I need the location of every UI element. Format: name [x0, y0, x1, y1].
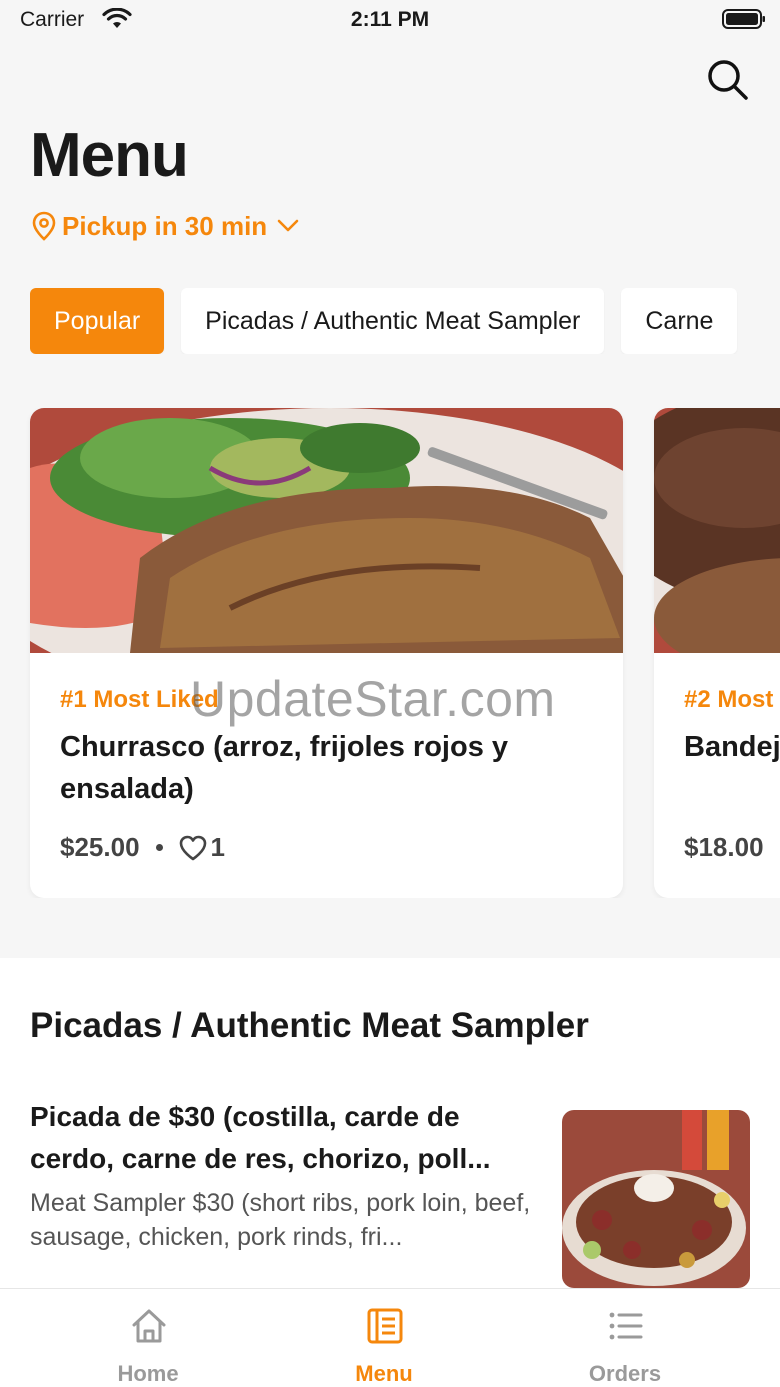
bandeja-photo	[654, 408, 780, 653]
menu-item-description: Meat Sampler $30 (short ribs, pork loin,…	[30, 1189, 531, 1251]
like-count: 1	[210, 832, 225, 862]
popular-card-2[interactable]: #2 Most Bandej frijoles $18.00	[654, 408, 780, 898]
location-pin-icon	[32, 211, 56, 241]
separator-dot	[155, 844, 163, 851]
home-icon	[132, 1309, 166, 1343]
rank-badge: #2 Most	[684, 686, 774, 713]
menu-item-name[interactable]: Picada de $30 (costilla, carde de cerdo,…	[30, 1096, 540, 1180]
popular-card-1[interactable]: #1 Most Liked Churrasco (arroz, frijoles…	[30, 408, 623, 898]
chevron-down-icon	[277, 219, 299, 232]
status-bar: Carrier 2:11 PM	[0, 0, 780, 40]
tab-label: Menu	[355, 1361, 413, 1386]
category-chip-carne[interactable]: Carne	[621, 288, 738, 354]
dish-name: Bandej frijoles	[684, 731, 780, 763]
dish-meta: $18.00	[684, 832, 764, 863]
tab-bar: Home Menu Orders	[0, 1288, 780, 1387]
search-icon[interactable]	[704, 56, 750, 102]
page-title: Menu	[30, 121, 189, 190]
category-chip-picadas[interactable]: Picadas / Authentic Meat Sampler	[181, 288, 605, 354]
menu-section-picadas: Picadas / Authentic Meat Sampler Picada …	[0, 958, 780, 1288]
heart-icon[interactable]	[179, 835, 207, 861]
watermark: UpdateStar.com	[190, 671, 556, 727]
pickup-label: Pickup in 30 min	[62, 210, 268, 241]
dish-price: $25.00	[60, 832, 140, 862]
battery-icon	[722, 9, 765, 29]
pickup-selector[interactable]: Pickup in 30 min	[32, 206, 305, 246]
picada-photo[interactable]	[562, 1110, 750, 1288]
dish-price: $18.00	[684, 832, 764, 862]
menu-book-icon	[367, 1308, 403, 1344]
tab-menu[interactable]: Menu	[304, 1289, 464, 1387]
category-chip-popular[interactable]: Popular	[30, 288, 165, 354]
tab-label: Orders	[588, 1361, 662, 1386]
list-icon	[609, 1312, 643, 1340]
tab-label: Home	[117, 1361, 179, 1386]
dish-name: Churrasco (arroz, frijoles rojos y ensal…	[60, 731, 509, 805]
tab-orders[interactable]: Orders	[545, 1289, 705, 1387]
tab-home[interactable]: Home	[68, 1289, 228, 1387]
section-title: Picadas / Authentic Meat Sampler	[30, 1006, 589, 1045]
popular-carousel: #1 Most Liked Churrasco (arroz, frijoles…	[0, 408, 780, 898]
category-tabs: Popular Picadas / Authentic Meat Sampler C…	[30, 288, 780, 354]
churrasco-photo	[30, 408, 623, 653]
dish-meta: $25.00 1	[60, 832, 225, 863]
clock: 2:11 PM	[350, 8, 430, 31]
